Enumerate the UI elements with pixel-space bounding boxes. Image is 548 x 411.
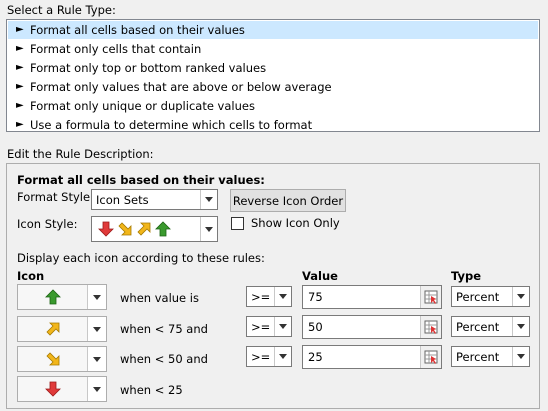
chevron-down-icon[interactable] (512, 347, 529, 366)
rule-condition-text: when < 75 and (120, 322, 208, 336)
icon-style-label: Icon Style: (17, 217, 78, 231)
rule-type-select[interactable]: Percent (451, 286, 530, 307)
rule-type-heading: Select a Rule Type: (7, 3, 116, 17)
chevron-down-icon[interactable] (512, 317, 529, 336)
rule-icon-face (18, 285, 87, 309)
chevron-down-icon[interactable] (512, 287, 529, 306)
rule-icon-face (18, 377, 87, 401)
rule-icon-select[interactable] (17, 284, 107, 310)
rule-icon-select[interactable] (17, 346, 107, 372)
operator-select[interactable]: >= (246, 316, 292, 337)
arrow-bullet-icon: ► (16, 100, 24, 111)
rule-type-label: Format only top or bottom ranked values (30, 61, 267, 75)
rule-value-text: 75 (308, 290, 323, 304)
chevron-down-icon[interactable] (200, 190, 217, 209)
range-select-icon[interactable] (420, 346, 441, 368)
format-style-label: Format Style: (17, 190, 94, 204)
chevron-down-icon[interactable] (87, 285, 106, 309)
yellow-down-right-arrow-icon (118, 222, 132, 236)
rule-type-value: Percent (456, 289, 500, 304)
arrow-bullet-icon: ► (16, 119, 24, 130)
rule-type-item[interactable]: ► Format only cells that contain (8, 40, 538, 58)
chevron-down-icon[interactable] (87, 347, 106, 371)
rule-icon-select[interactable] (17, 316, 107, 342)
chevron-down-icon[interactable] (200, 217, 217, 241)
rule-value-input[interactable]: 75 (302, 285, 442, 309)
operator-value: >= (251, 319, 271, 334)
operator-value: >= (251, 289, 271, 304)
rule-icon-face (18, 347, 87, 371)
rule-type-item[interactable]: ► Use a formula to determine which cells… (8, 116, 538, 134)
operator-select[interactable]: >= (246, 346, 292, 367)
rule-type-list[interactable]: ► Format all cells based on their values… (6, 19, 540, 132)
rule-value-text: 50 (308, 320, 323, 334)
format-style-select[interactable]: Icon Sets (91, 189, 218, 210)
rule-icon-select[interactable] (17, 376, 107, 402)
chevron-down-icon[interactable] (87, 317, 106, 341)
rule-value-input[interactable]: 50 (302, 315, 442, 339)
yellow-up-right-arrow-icon (45, 322, 59, 336)
yellow-up-right-arrow-icon (137, 222, 151, 236)
rule-type-select[interactable]: Percent (451, 316, 530, 337)
display-rules-label: Display each icon according to these rul… (17, 251, 265, 265)
show-icon-only-checkbox[interactable] (231, 217, 244, 230)
chevron-down-icon[interactable] (274, 287, 291, 306)
show-icon-only-label[interactable]: Show Icon Only (251, 216, 340, 230)
description-subheading: Format all cells based on their values: (17, 173, 265, 187)
description-heading: Edit the Rule Description: (7, 147, 154, 161)
red-down-arrow-icon (98, 221, 114, 237)
chevron-down-icon[interactable] (274, 347, 291, 366)
rule-type-select[interactable]: Percent (451, 346, 530, 367)
rule-type-label: Format all cells based on their values (30, 23, 245, 37)
arrow-bullet-icon: ► (16, 43, 24, 54)
icon-style-select[interactable] (91, 216, 218, 242)
rule-type-label: Format only values that are above or bel… (30, 80, 332, 94)
rule-condition-text: when < 25 (120, 383, 183, 397)
rule-type-value: Percent (456, 349, 500, 364)
yellow-down-right-arrow-icon (45, 352, 59, 366)
rule-value-input[interactable]: 25 (302, 345, 442, 369)
rule-icon-face (18, 317, 87, 341)
rule-condition-text: when value is (120, 291, 199, 305)
rule-type-item[interactable]: ► Format only top or bottom ranked value… (8, 59, 538, 77)
column-header-icon: Icon (17, 269, 45, 283)
rule-type-label: Format only unique or duplicate values (30, 99, 255, 113)
format-style-value: Icon Sets (96, 192, 149, 207)
rule-value-text: 25 (308, 350, 323, 364)
rule-type-item[interactable]: ► Format only values that are above or b… (8, 78, 538, 96)
rule-type-item[interactable]: ► Format only unique or duplicate values (8, 97, 538, 115)
operator-value: >= (251, 349, 271, 364)
rule-type-label: Format only cells that contain (30, 42, 202, 56)
chevron-down-icon[interactable] (274, 317, 291, 336)
rule-type-value: Percent (456, 319, 500, 334)
icon-style-preview (92, 221, 200, 237)
green-up-arrow-icon (155, 221, 171, 237)
rule-condition-text: when < 50 and (120, 352, 208, 366)
arrow-bullet-icon: ► (16, 62, 24, 73)
rule-type-label: Use a formula to determine which cells t… (30, 118, 313, 132)
red-down-arrow-icon (44, 381, 61, 397)
green-up-arrow-icon (44, 289, 61, 305)
column-header-value: Value (302, 269, 338, 283)
chevron-down-icon[interactable] (87, 377, 106, 401)
range-select-icon[interactable] (420, 286, 441, 308)
reverse-icon-order-label: Reverse Icon Order (232, 193, 344, 208)
operator-select[interactable]: >= (246, 286, 292, 307)
reverse-icon-order-button[interactable]: Reverse Icon Order (230, 189, 346, 212)
rule-type-item[interactable]: ► Format all cells based on their values (8, 21, 538, 39)
range-select-icon[interactable] (420, 316, 441, 338)
column-header-type: Type (451, 269, 482, 283)
arrow-bullet-icon: ► (16, 24, 24, 35)
arrow-bullet-icon: ► (16, 81, 24, 92)
